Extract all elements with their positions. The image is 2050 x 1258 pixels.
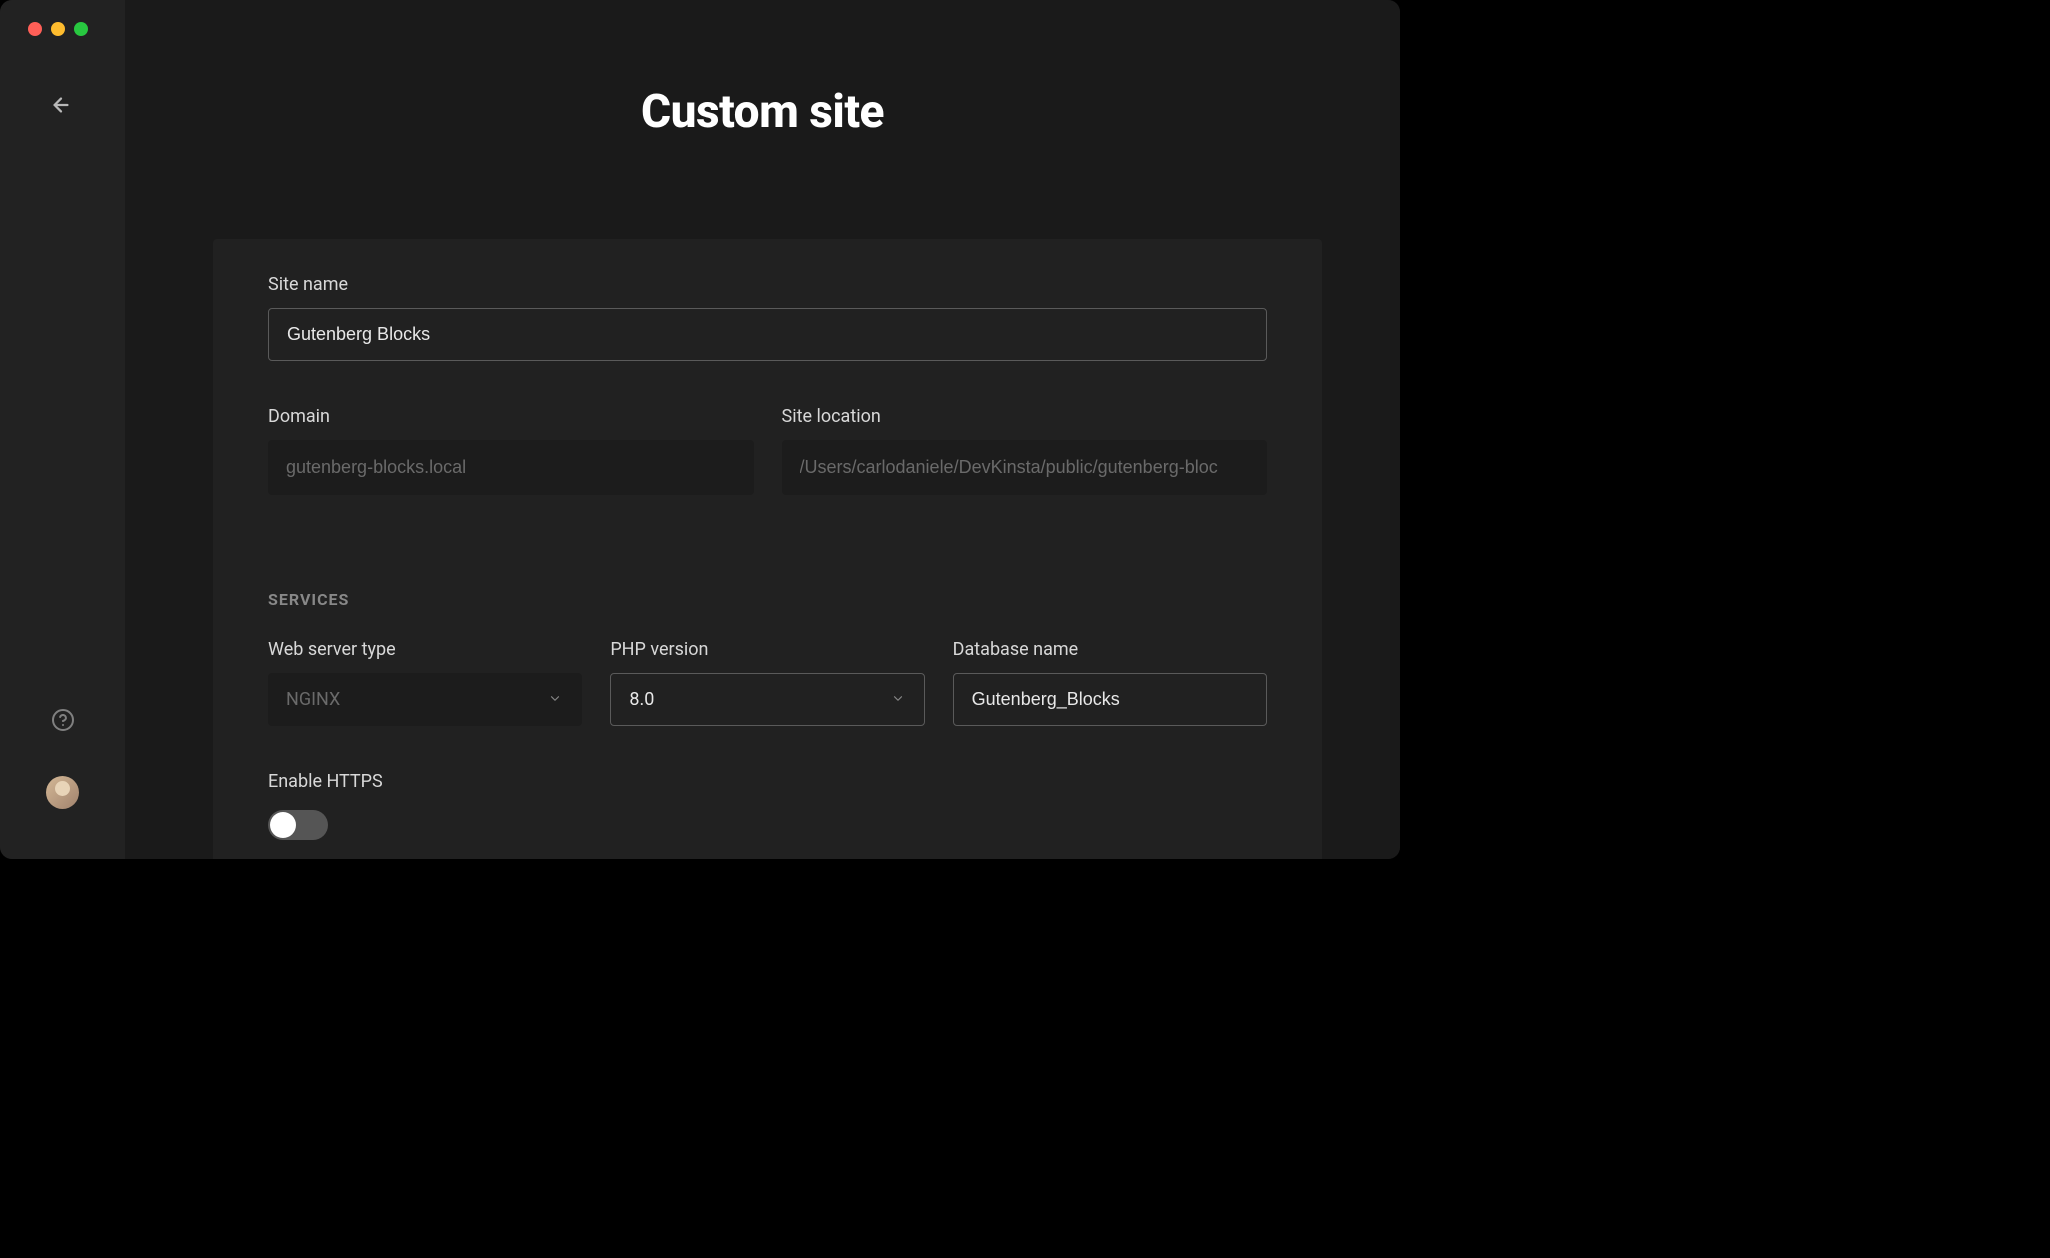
site-name-label: Site name	[268, 274, 1267, 295]
sidebar	[0, 0, 125, 859]
php-version-col: PHP version 8.0	[610, 639, 924, 726]
help-button[interactable]	[51, 708, 75, 736]
enable-https-label: Enable HTTPS	[268, 771, 1267, 792]
site-location-label: Site location	[782, 406, 1268, 427]
close-window-button[interactable]	[28, 22, 42, 36]
domain-input[interactable]	[268, 440, 754, 495]
php-version-label: PHP version	[610, 639, 924, 660]
php-version-select[interactable]: 8.0	[610, 673, 924, 726]
domain-col: Domain	[268, 406, 754, 495]
services-header: SERVICES	[268, 590, 1267, 609]
site-location-input[interactable]	[782, 440, 1268, 495]
site-location-col: Site location	[782, 406, 1268, 495]
domain-location-row: Domain Site location	[268, 406, 1267, 495]
database-name-label: Database name	[953, 639, 1267, 660]
web-server-select-wrapper: NGINX	[268, 673, 582, 726]
toggle-knob	[270, 812, 296, 838]
back-button[interactable]	[50, 94, 125, 120]
site-name-input[interactable]	[268, 308, 1267, 361]
https-section: Enable HTTPS	[268, 771, 1267, 840]
database-name-input[interactable]	[953, 673, 1267, 726]
help-icon	[51, 708, 75, 732]
services-row: Web server type NGINX PHP version 8.0	[268, 639, 1267, 726]
app-window: Custom site Site name Domain Site locati…	[0, 0, 1400, 859]
arrow-left-icon	[50, 94, 72, 116]
web-server-select[interactable]: NGINX	[268, 673, 582, 726]
database-name-col: Database name	[953, 639, 1267, 726]
form-card: Site name Domain Site location SERVICES …	[213, 239, 1322, 859]
php-version-select-wrapper: 8.0	[610, 673, 924, 726]
user-avatar[interactable]	[46, 776, 79, 809]
enable-https-toggle[interactable]	[268, 810, 328, 840]
maximize-window-button[interactable]	[74, 22, 88, 36]
page-title: Custom site	[125, 85, 1400, 139]
web-server-label: Web server type	[268, 639, 582, 660]
sidebar-bottom	[0, 708, 125, 859]
main-content: Custom site Site name Domain Site locati…	[125, 0, 1400, 859]
window-controls	[0, 0, 125, 36]
web-server-col: Web server type NGINX	[268, 639, 582, 726]
minimize-window-button[interactable]	[51, 22, 65, 36]
domain-label: Domain	[268, 406, 754, 427]
